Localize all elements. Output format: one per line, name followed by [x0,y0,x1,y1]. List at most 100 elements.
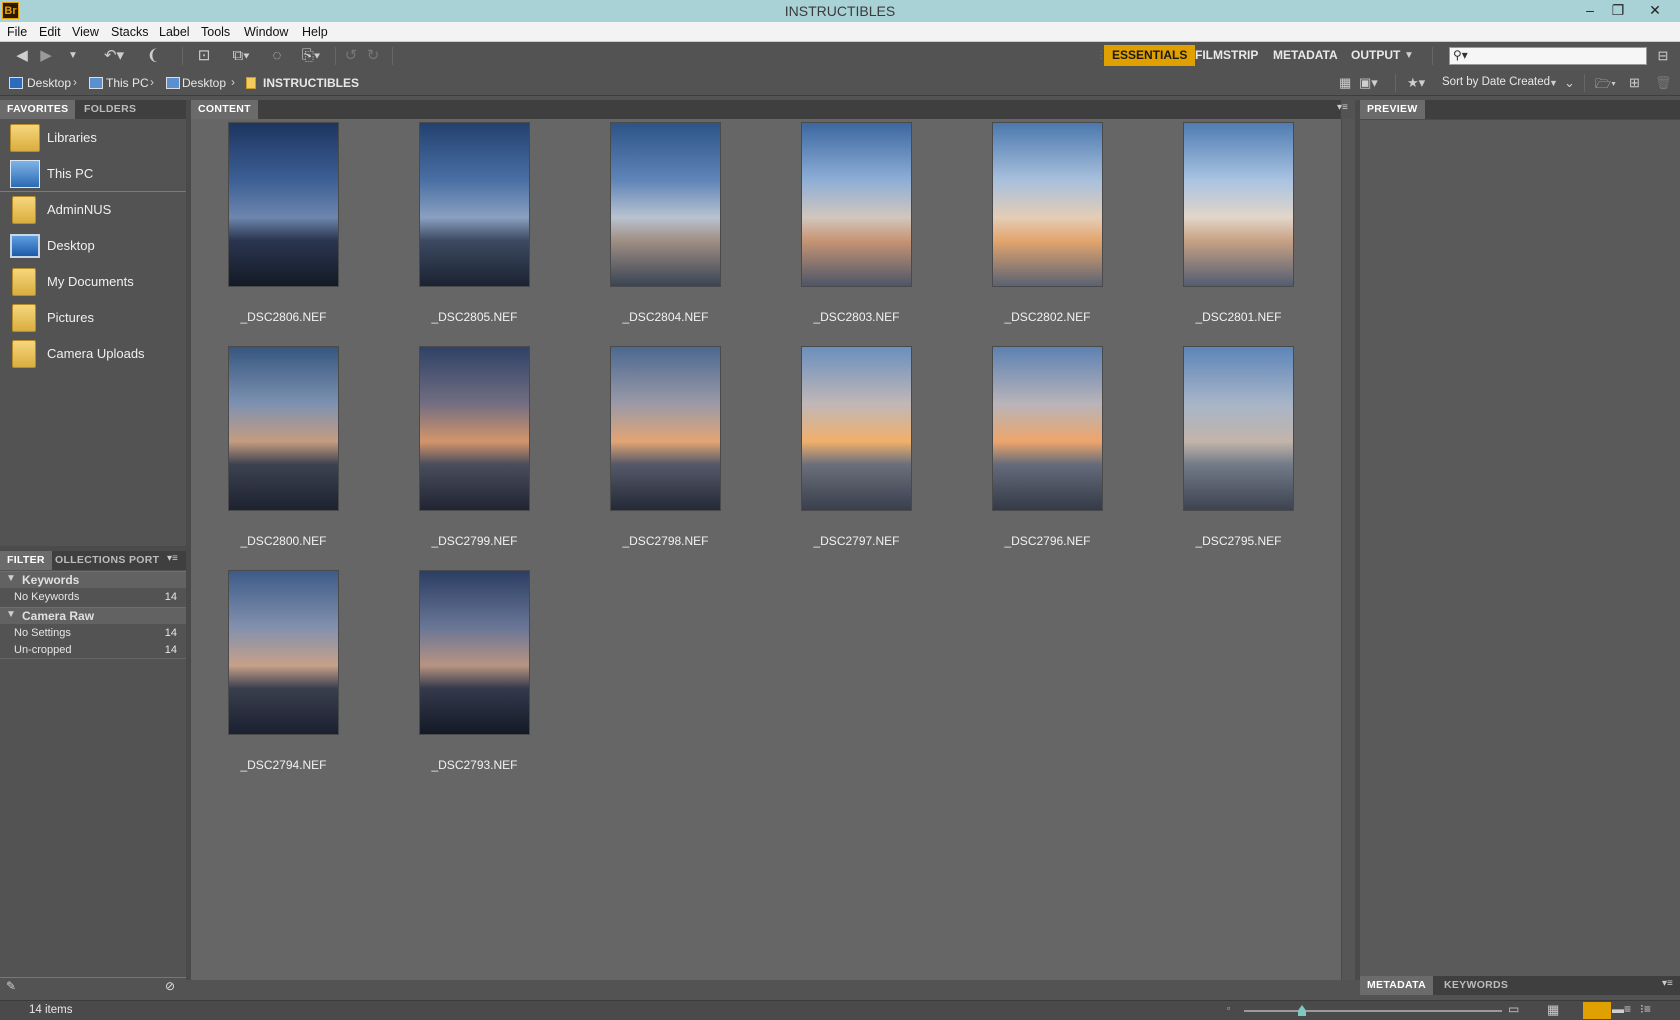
favorite-libraries[interactable]: Libraries [0,120,186,156]
thumbnail-label[interactable]: _DSC2802.NEF [952,310,1143,324]
sort-direction-icon[interactable]: ⌄ [1564,75,1575,91]
refine-icon[interactable]: ⧉▾ [225,46,257,66]
tab-folders[interactable]: FOLDERS [77,100,143,119]
thumbnail-label[interactable]: _DSC2794.NEF [188,758,379,772]
thumbnail-label[interactable]: _DSC2799.NEF [379,534,570,548]
menu-window[interactable]: Window [244,25,288,39]
lock-grid-icon[interactable]: ▦ [1547,1002,1559,1018]
thumbnail-label[interactable]: _DSC2795.NEF [1143,534,1334,548]
thumbnail-image[interactable] [610,122,721,287]
camera-import-icon[interactable]: ⊡ [193,46,215,66]
menu-view[interactable]: View [72,25,99,39]
favorite-camera-uploads[interactable]: Camera Uploads [0,336,186,372]
tab-content[interactable]: CONTENT [191,100,258,119]
menu-label[interactable]: Label [159,25,190,39]
tab-favorites[interactable]: FAVORITES [0,100,76,119]
content-scrollbar[interactable] [1341,119,1355,980]
chevron-right-icon[interactable]: › [150,75,154,89]
grid-view-icon[interactable]: ▦ [1339,75,1351,91]
filter-row-no-keywords[interactable]: No Keywords 14 [0,589,186,606]
boomerang-icon[interactable]: ❨ [144,46,162,66]
workspace-essentials[interactable]: ESSENTIALS [1104,45,1196,66]
tab-export[interactable]: PORT [122,551,166,570]
clear-filter-icon[interactable]: ⊘ [165,979,175,993]
view-list-icon[interactable]: ⁝≡ [1640,1002,1651,1016]
thumbnail-image[interactable] [228,122,339,287]
thumbnail-label[interactable]: _DSC2796.NEF [952,534,1143,548]
breadcrumb-desktop[interactable]: Desktop [27,76,71,90]
pin-icon[interactable]: ✎ [6,979,16,993]
filter-group-keywords[interactable]: ▼ Keywords [0,571,186,588]
panel-menu-icon[interactable]: ▾≡ [1662,978,1673,989]
favorite-pictures[interactable]: Pictures [0,300,186,336]
chevron-right-icon[interactable]: › [231,75,235,89]
thumbnail-image[interactable] [992,122,1103,287]
thumbnail-image[interactable] [801,122,912,287]
breadcrumb-this-pc[interactable]: This PC [106,76,149,90]
breadcrumb-desktop-2[interactable]: Desktop [182,76,226,90]
tab-keywords[interactable]: KEYWORDS [1437,976,1515,995]
open-recent-folder-icon[interactable]: 🗁▾ [1595,75,1616,97]
tab-preview[interactable]: PREVIEW [1360,100,1425,119]
thumbnail-label[interactable]: _DSC2798.NEF [570,534,761,548]
tab-collections[interactable]: OLLECTIONS [48,551,133,570]
menu-edit[interactable]: Edit [39,25,61,39]
view-details-icon[interactable]: ▬≡ [1612,1002,1631,1016]
tab-metadata[interactable]: METADATA [1360,976,1433,995]
minimize-icon[interactable]: – [1575,0,1605,22]
rotate-right-icon[interactable]: ↻ [365,46,381,66]
thumbnail-label[interactable]: _DSC2805.NEF [379,310,570,324]
menu-file[interactable]: File [7,25,27,39]
small-thumb-icon[interactable]: ▫ [1227,1003,1230,1013]
filter-row-no-settings[interactable]: No Settings 14 [0,625,186,642]
thumbnail-image[interactable] [610,346,721,511]
chevron-right-icon[interactable]: › [73,75,77,89]
restore-icon[interactable]: ❐ [1603,0,1633,22]
search-icon[interactable]: ⚲▾ [1453,48,1468,62]
sort-label[interactable]: Sort by Date Created [1442,76,1550,88]
thumbnail-image[interactable] [419,346,530,511]
thumbnail-label[interactable]: _DSC2804.NEF [570,310,761,324]
favorite-my-documents[interactable]: My Documents [0,264,186,300]
close-icon[interactable]: ✕ [1640,0,1670,22]
breadcrumb-current[interactable]: INSTRUCTIBLES [263,76,359,90]
view-thumbnails-button[interactable] [1583,1002,1611,1019]
favorite-this-pc[interactable]: This PC [0,156,186,192]
back-arrow-icon[interactable]: ◀ [12,46,32,66]
thumbnail-image[interactable] [419,122,530,287]
triangle-down-icon[interactable]: ▼ [6,609,16,620]
triangle-down-icon[interactable]: ▼ [6,573,16,584]
thumbnail-image[interactable] [992,346,1103,511]
thumbnail-image[interactable] [419,570,530,735]
workspace-grip-icon[interactable]: ⋮ [1096,46,1106,66]
thumbnail-label[interactable]: _DSC2793.NEF [379,758,570,772]
workspace-filmstrip[interactable]: FILMSTRIP [1187,45,1266,66]
menu-help[interactable]: Help [302,25,328,39]
thumbnail-image[interactable] [228,346,339,511]
menu-stacks[interactable]: Stacks [111,25,149,39]
thumbnail-label[interactable]: _DSC2800.NEF [188,534,379,548]
thumbnail-image[interactable] [1183,346,1294,511]
slider-handle[interactable] [1298,1005,1306,1016]
favorite-desktop[interactable]: Desktop [0,228,186,264]
thumbnail-image[interactable] [1183,122,1294,287]
tab-filter[interactable]: FILTER [0,551,52,570]
sort-dropdown-icon[interactable]: ▼ [1549,78,1558,88]
workspace-output[interactable]: OUTPUT [1343,45,1408,66]
favorite-adminnus[interactable]: AdminNUS [0,192,186,228]
thumbnail-label[interactable]: _DSC2801.NEF [1143,310,1334,324]
thumbnail-label[interactable]: _DSC2797.NEF [761,534,952,548]
compact-mode-icon[interactable]: ⊟ [1654,46,1672,66]
large-thumb-icon[interactable]: ▭ [1508,1002,1519,1016]
camera-raw-icon[interactable]: ◌ [268,46,286,66]
filter-row-uncropped[interactable]: Un-cropped 14 [0,642,186,659]
star-filter-icon[interactable]: ★▾ [1407,75,1425,91]
thumbnail-image[interactable] [801,346,912,511]
thumbnail-label[interactable]: _DSC2806.NEF [188,310,379,324]
search-input[interactable]: ⚲▾ [1449,47,1647,65]
new-folder-icon[interactable]: ⊞ [1629,75,1640,91]
thumbnail-size-slider[interactable] [1244,1010,1502,1012]
workspace-metadata[interactable]: METADATA [1265,45,1346,66]
panel-menu-icon[interactable]: ▾≡ [167,553,178,564]
thumbnail-image[interactable] [228,570,339,735]
